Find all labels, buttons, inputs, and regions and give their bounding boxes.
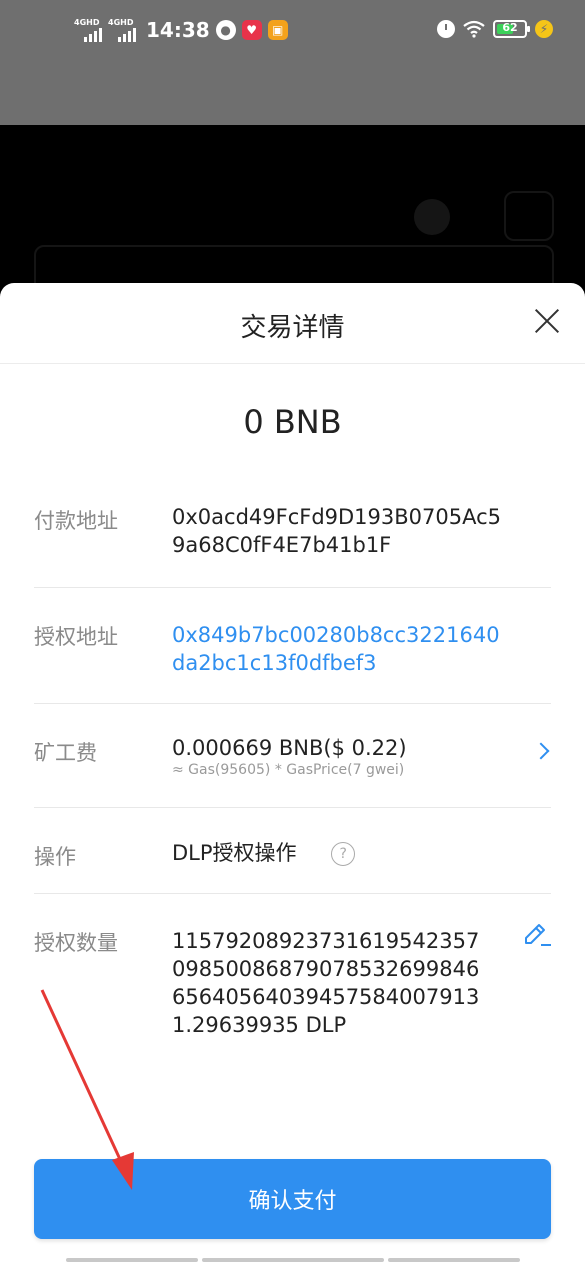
operation-value-group: DLP授权操作 ?	[172, 839, 511, 867]
row-operation: 操作 DLP授权操作 ?	[34, 807, 551, 894]
wechat-icon: ●	[215, 20, 236, 40]
background-app-dimmed	[0, 125, 585, 309]
edit-icon[interactable]	[521, 921, 551, 951]
signal1-label: 4GHD	[74, 18, 100, 27]
background-avatar-icon	[414, 199, 450, 235]
status-right: 62 ⚡	[437, 20, 553, 38]
transaction-detail-sheet: 交易详情 0 BNB 付款地址 0x0acd49FcFd9D193B0705Ac…	[0, 283, 585, 1265]
payer-address-value: 0x0acd49FcFd9D193B0705Ac59a68C0fF4E7b41b…	[172, 505, 502, 557]
help-icon[interactable]: ?	[331, 842, 356, 866]
charging-icon: ⚡	[535, 20, 553, 38]
background-button-icon	[504, 191, 554, 241]
battery-icon: 62	[493, 20, 530, 38]
chevron-right-icon[interactable]	[532, 742, 550, 760]
app-notification-icon: ▣	[267, 20, 288, 40]
sheet-title: 交易详情	[240, 313, 345, 343]
status-bar: 4GHD 4GHD 14:38 ● ♥ ▣ 62 ⚡	[0, 0, 585, 125]
confirm-payment-button[interactable]: 确认支付	[34, 1159, 551, 1239]
battery-level: 62	[502, 21, 518, 34]
row-miner-fee[interactable]: 矿工费 0.000669 BNB($ 0.22) ≈ Gas(95605) * …	[34, 703, 551, 808]
gesture-bar-segment	[202, 1258, 384, 1262]
heart-app-icon: ♥	[241, 20, 262, 40]
row-authorized-address: 授权地址 0x849b7bc00280b8cc3221640da2bc1c13f…	[34, 587, 551, 704]
status-left: 4GHD 4GHD 14:38 ● ♥ ▣	[74, 18, 288, 42]
miner-fee-formula: ≈ Gas(95605) * GasPrice(7 gwei)	[172, 762, 405, 778]
close-icon[interactable]	[533, 307, 561, 335]
screen: 4GHD 4GHD 14:38 ● ♥ ▣ 62 ⚡ 交易详情 0 BNB 付款…	[0, 0, 585, 1265]
authorized-address-link[interactable]: 0x849b7bc00280b8cc3221640da2bc1c13f0dfbe…	[172, 621, 511, 677]
payer-address-label: 付款地址	[34, 509, 118, 533]
operation-label: 操作	[34, 845, 76, 869]
gesture-bar-segment	[66, 1258, 198, 1262]
authorized-amount-value: 1157920892373161954235709850086879078532…	[172, 929, 480, 1037]
authorized-address-label: 授权地址	[34, 625, 118, 649]
row-authorized-amount: 授权数量 11579208923731619542357098500868790…	[34, 893, 551, 1093]
signal2-label: 4GHD	[108, 18, 134, 27]
miner-fee-value-group: 0.000669 BNB($ 0.22) ≈ Gas(95605) * GasP…	[172, 735, 511, 779]
transaction-amount: 0 BNB	[243, 403, 342, 441]
alarm-icon	[437, 20, 455, 38]
wifi-icon	[463, 20, 485, 38]
signal-icon-sim2: 4GHD	[108, 18, 136, 42]
row-payer-address: 付款地址 0x0acd49FcFd9D193B0705Ac59a68C0fF4E…	[34, 483, 551, 588]
operation-value: DLP授权操作	[172, 841, 297, 865]
signal-icon-sim1: 4GHD	[74, 18, 102, 42]
authorized-amount-label: 授权数量	[34, 931, 118, 955]
miner-fee-label: 矿工费	[34, 741, 97, 765]
status-time: 14:38	[146, 18, 210, 42]
gesture-bar-segment	[388, 1258, 520, 1262]
gesture-bar	[66, 1258, 520, 1262]
sheet-header: 交易详情	[0, 283, 585, 364]
miner-fee-value: 0.000669 BNB($ 0.22)	[172, 736, 407, 760]
